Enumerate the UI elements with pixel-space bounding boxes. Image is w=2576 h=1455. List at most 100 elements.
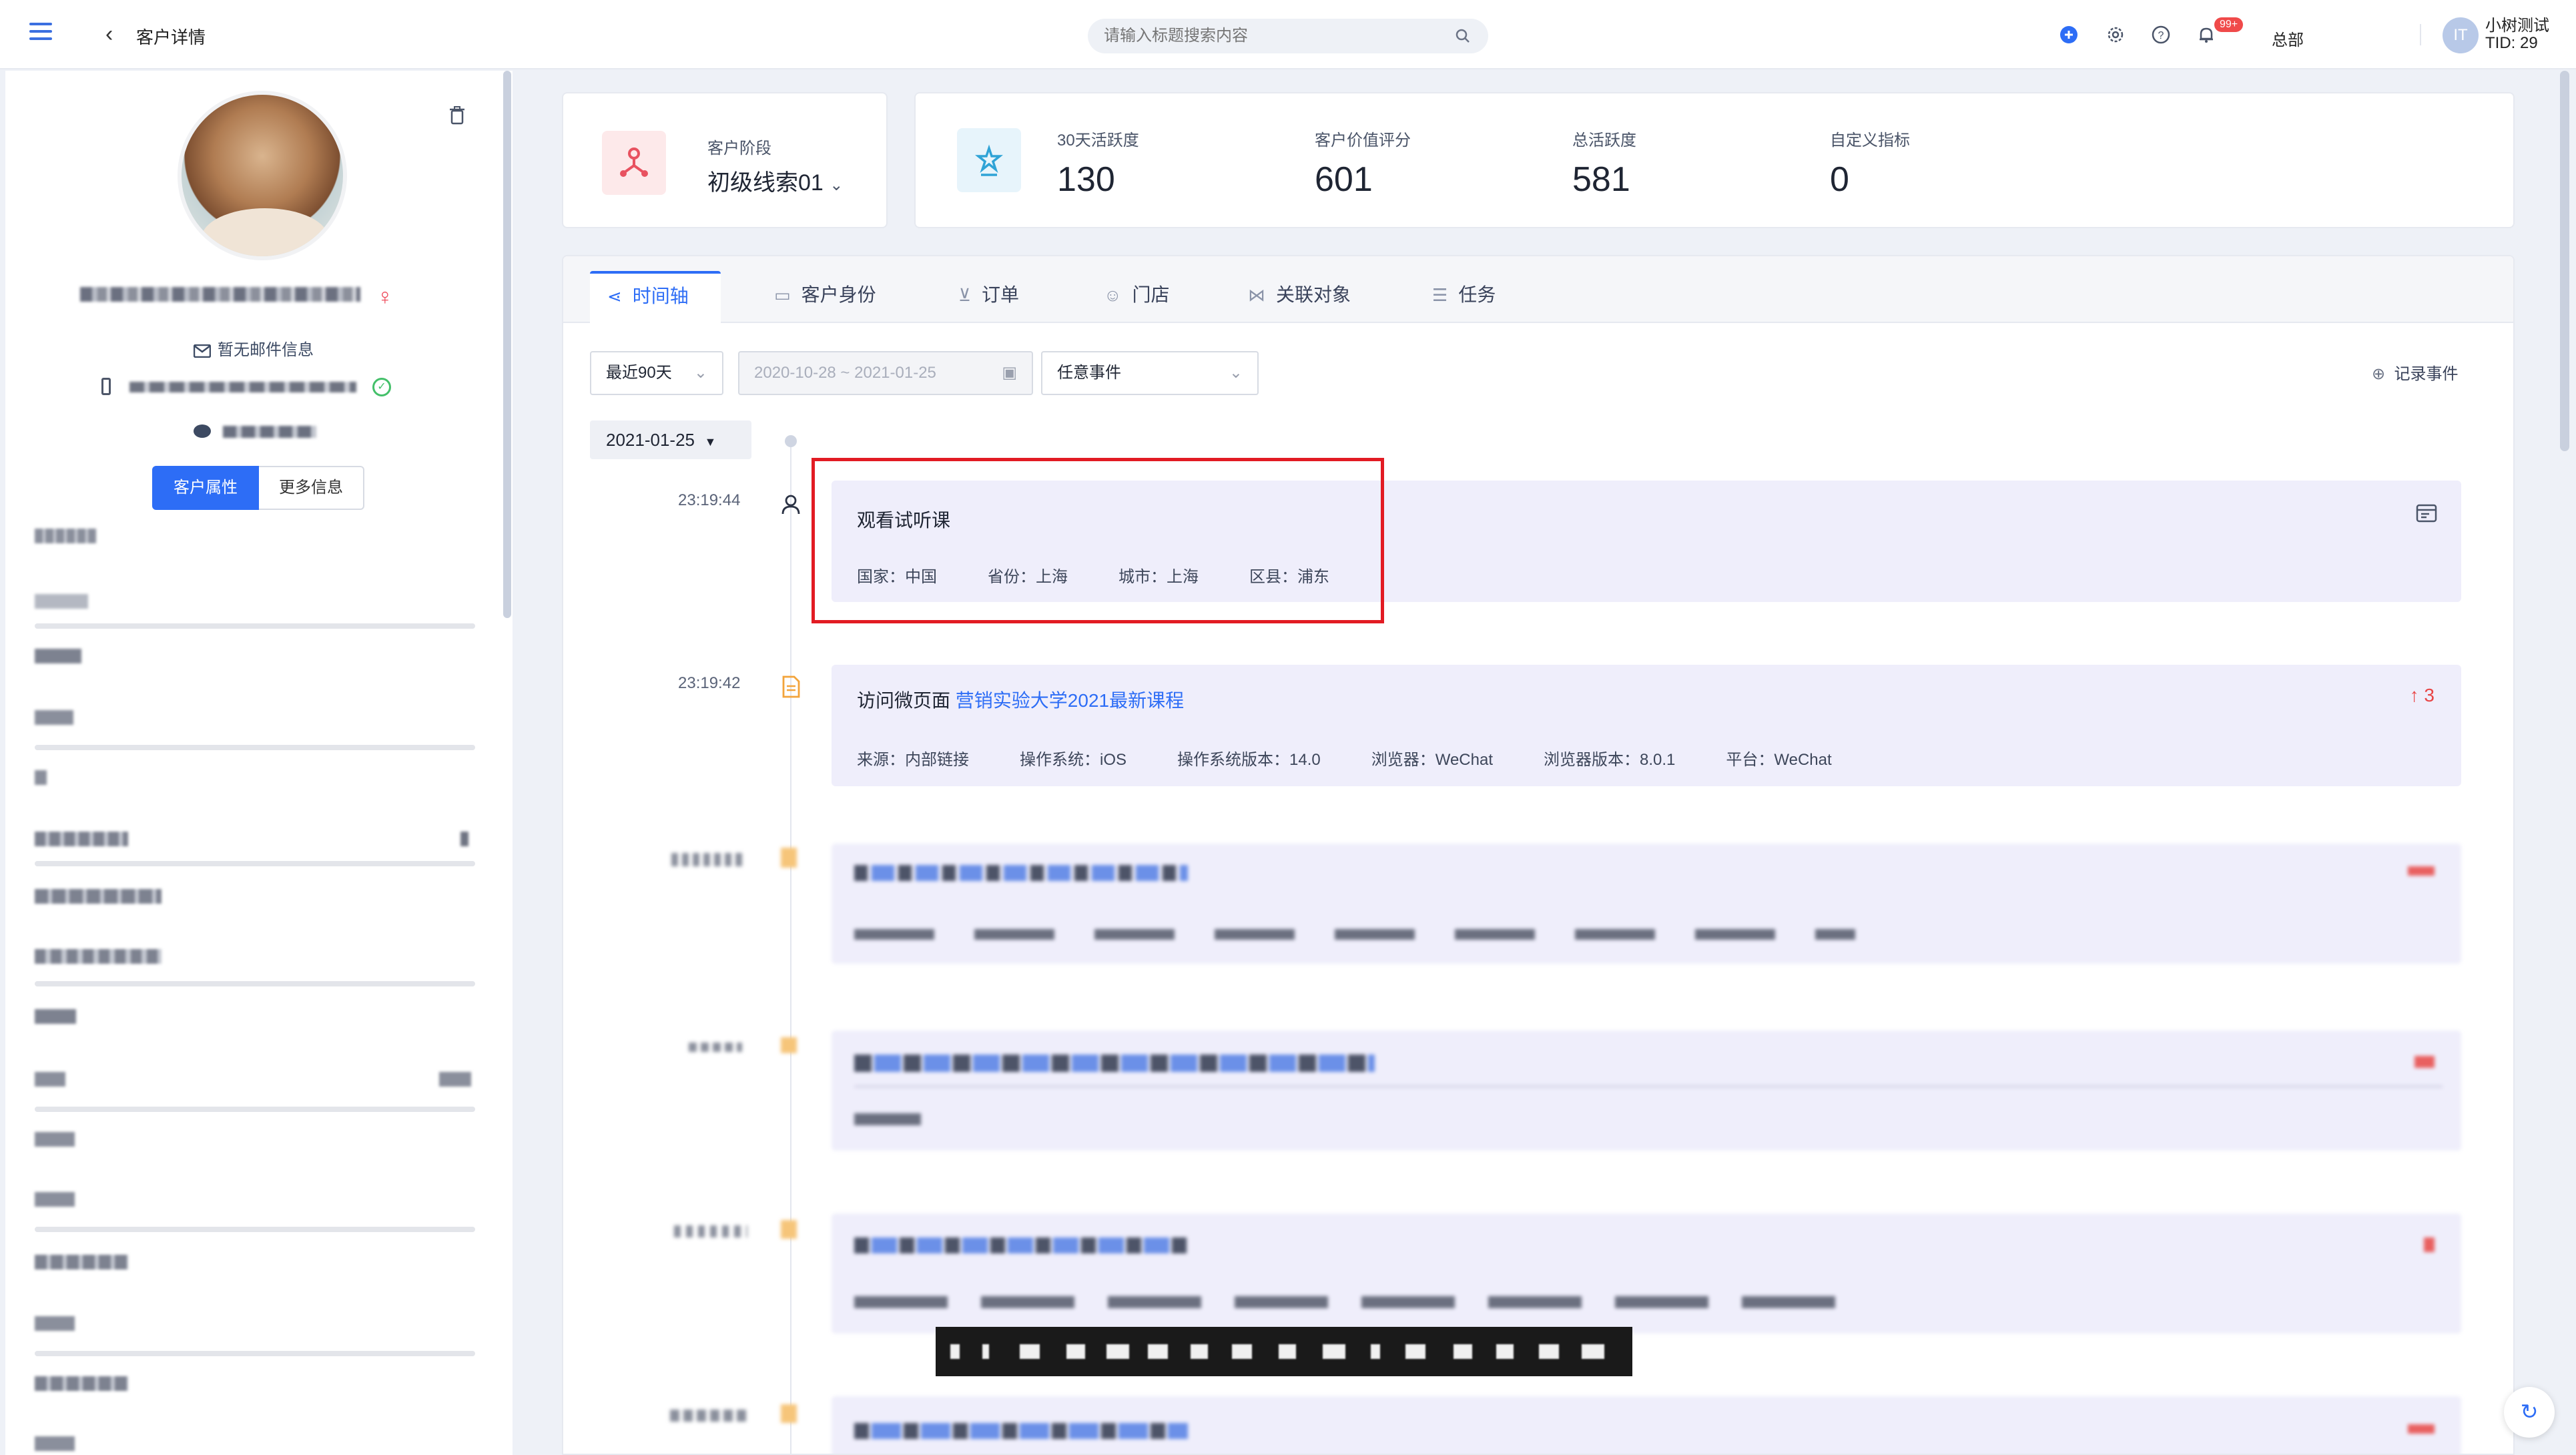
meta-platform: 平台：WeChat <box>1726 751 1832 769</box>
timeline-event-card-redacted[interactable] <box>832 1031 2461 1151</box>
menu-icon[interactable] <box>29 23 52 45</box>
trash-icon[interactable] <box>448 105 466 125</box>
id-card-icon: ▭ <box>774 285 791 305</box>
tab-label: 时间轴 <box>632 286 689 306</box>
attribute-redacted <box>35 949 162 964</box>
event-icon-redacted <box>781 848 797 868</box>
gear-icon[interactable] <box>2106 25 2125 44</box>
notification-badge: 99+ <box>2214 17 2244 32</box>
event-detail-icon[interactable] <box>2416 503 2437 523</box>
metric-label: 总活跃度 <box>1572 131 1636 150</box>
attribute-redacted <box>439 1072 471 1087</box>
metric-value: 581 <box>1572 160 1630 199</box>
metric-custom-index: 自定义指标 0 <box>1830 127 1910 200</box>
customer-avatar <box>178 91 347 260</box>
tab-timeline[interactable]: ⋖ 时间轴 <box>590 271 721 323</box>
left-panel-scrollbar[interactable] <box>503 71 511 618</box>
email-text: 暂无邮件信息 <box>218 341 314 359</box>
attribute-redacted <box>35 1436 75 1451</box>
main-scrollbar[interactable] <box>2560 71 2569 451</box>
visit-count: ↑ 3 <box>2410 685 2435 706</box>
chevron-down-icon: ⌄ <box>693 364 707 382</box>
document-icon <box>782 675 800 698</box>
tab-stores[interactable]: ☺ 门店 <box>1086 271 1187 323</box>
help-icon[interactable]: ? <box>2152 25 2170 44</box>
attribute-redacted <box>35 1376 128 1391</box>
attribute-divider <box>35 745 475 750</box>
date-range-value: 2020-10-28 ~ 2021-01-25 <box>754 364 936 382</box>
attribute-divider <box>35 623 475 629</box>
attribute-redacted <box>35 1132 75 1147</box>
event-meta: 来源：内部链接 操作系统：iOS 操作系统版本：14.0 浏览器：WeChat 浏览器版… <box>857 746 1883 770</box>
store-icon: ☺ <box>1104 285 1122 305</box>
event-time-redacted <box>674 1225 747 1237</box>
verified-check-icon: ✓ <box>372 378 391 396</box>
event-type-select[interactable]: 任意事件 ⌄ <box>1041 351 1259 395</box>
attribute-redacted <box>35 710 73 725</box>
meta-os-version: 操作系统版本：14.0 <box>1177 751 1321 769</box>
metric-value-score: 客户价值评分 601 <box>1315 127 1411 200</box>
plus-circle-icon: ⊕ <box>2372 365 2386 383</box>
attribute-redacted <box>35 1009 76 1024</box>
stage-label: 客户阶段 <box>707 139 771 158</box>
event-title-prefix: 访问微页面 <box>857 690 951 711</box>
bell-icon[interactable] <box>2197 25 2216 44</box>
wechat-icon <box>194 424 211 438</box>
tab-label: 门店 <box>1132 284 1170 305</box>
annotation-highlight-box <box>812 458 1384 623</box>
back-chevron-icon[interactable]: ‹ <box>105 23 113 45</box>
date-group-toggle[interactable]: 2021-01-25 ▼ <box>590 420 751 459</box>
user-tid: TID: 29 <box>2485 34 2538 52</box>
event-time: 23:19:44 <box>678 491 741 509</box>
stage-flow-icon <box>602 131 666 195</box>
record-event-button[interactable]: ⊕ 记录事件 <box>2372 360 2458 384</box>
attribute-divider <box>35 1107 475 1112</box>
timeline-dot <box>785 435 797 447</box>
customer-profile-panel: ♀ 暂无邮件信息 ✓ 客户属性 更多信息 <box>5 71 513 1455</box>
tab-tasks[interactable]: ☰ 任务 <box>1415 271 1513 323</box>
cart-icon: ⊻ <box>958 285 972 305</box>
add-circle-icon[interactable] <box>2059 25 2078 44</box>
female-icon: ♀ <box>376 284 394 310</box>
tab-related-objects[interactable]: ⋈ 关联对象 <box>1231 271 1368 323</box>
email-info: 暂无邮件信息 <box>194 336 314 360</box>
tab-label: 关联对象 <box>1276 284 1351 305</box>
timeline-event-card-redacted[interactable] <box>832 1396 2461 1454</box>
tab-orders[interactable]: ⊻ 订单 <box>941 271 1036 323</box>
metrics-card: 30天活跃度 130 客户价值评分 601 总活跃度 581 自定义指标 0 <box>914 92 2515 228</box>
more-info-button[interactable]: 更多信息 <box>259 466 364 510</box>
attribute-redacted <box>35 1192 75 1207</box>
refresh-icon[interactable]: ↻ <box>2504 1387 2555 1438</box>
org-selector[interactable]: 总部 <box>2272 27 2304 50</box>
user-avatar[interactable]: IT <box>2443 17 2479 53</box>
chevron-down-icon: ⌄ <box>830 176 844 194</box>
attribute-redacted <box>35 1316 75 1331</box>
period-select[interactable]: 最近90天 ⌄ <box>590 351 723 395</box>
tab-label: 客户身份 <box>801 284 876 305</box>
user-icon <box>781 495 800 515</box>
tab-customer-identity[interactable]: ▭ 客户身份 <box>757 271 894 323</box>
timeline-axis <box>790 441 791 1454</box>
meta-browser-version: 浏览器版本：8.0.1 <box>1544 751 1676 769</box>
event-time: 23:19:42 <box>678 674 741 692</box>
date-range-picker[interactable]: 2020-10-28 ~ 2021-01-25 ▣ <box>738 351 1033 395</box>
search-box[interactable] <box>1088 19 1488 53</box>
attribute-redacted <box>35 1072 65 1087</box>
timeline-event-card-redacted[interactable] <box>832 1213 2461 1334</box>
link-icon: ⋈ <box>1248 285 1265 305</box>
stage-value: 初级线索01 <box>707 170 824 196</box>
attribute-redacted <box>35 770 47 785</box>
customer-attributes-button[interactable]: 客户属性 <box>152 466 259 510</box>
search-input[interactable] <box>1104 27 1424 45</box>
micro-page-link[interactable]: 营销实验大学2021最新课程 <box>956 690 1184 711</box>
visit-count-value: 3 <box>2424 685 2435 705</box>
tab-bar: ⋖ 时间轴 ▭ 客户身份 ⊻ 订单 ☺ 门店 ⋈ 关联对象 ☰ 任务 <box>563 256 2513 323</box>
stage-dropdown[interactable]: 初级线索01 ⌄ <box>707 164 843 197</box>
customer-name-redacted <box>80 287 360 302</box>
timeline-event-card-redacted[interactable] <box>832 844 2461 964</box>
search-icon[interactable] <box>1455 28 1471 44</box>
user-info[interactable]: 小树测试 TID: 29 <box>2485 17 2549 52</box>
attribute-redacted <box>35 889 162 904</box>
event-time-redacted <box>689 1043 742 1052</box>
timeline-event-card[interactable]: 访问微页面 营销实验大学2021最新课程 来源：内部链接 操作系统：iOS 操作系统… <box>832 665 2461 786</box>
